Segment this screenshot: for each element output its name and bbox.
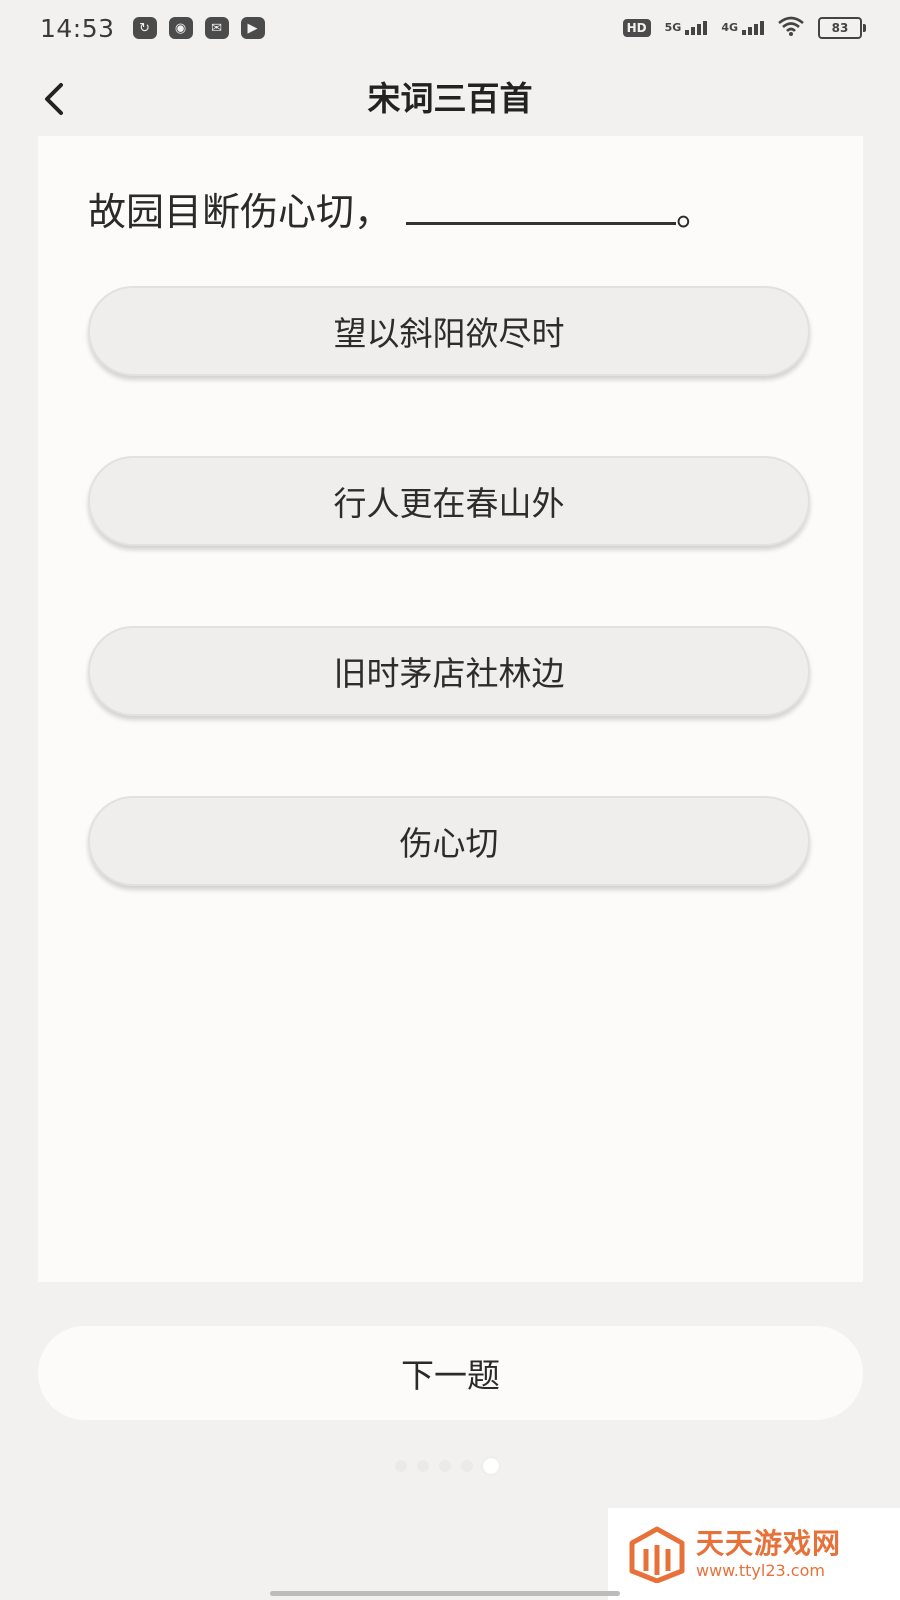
house-logo-icon bbox=[629, 1526, 685, 1583]
status-bar: 14:53 ↻ ◉ ✉ ▶ HD 5G 4G 83 bbox=[0, 0, 900, 56]
mail-icon: ✉ bbox=[204, 17, 229, 39]
signal-5g-label: 5G bbox=[664, 21, 682, 34]
page-dot bbox=[439, 1460, 451, 1472]
option-button[interactable]: 旧时茅店社林边 bbox=[88, 626, 810, 716]
option-button[interactable]: 行人更在春山外 bbox=[88, 456, 810, 546]
app-icon: ◉ bbox=[168, 17, 193, 39]
signal-4g-icon: 4G bbox=[721, 21, 764, 35]
watermark-url: www.ttyl23.com bbox=[696, 1561, 825, 1580]
page-dot bbox=[461, 1460, 473, 1472]
watermark-logo: 天天游戏网 www.ttyl23.com bbox=[608, 1508, 900, 1600]
watermark-text: 天天游戏网 www.ttyl23.com bbox=[696, 1527, 841, 1581]
quiz-card: 故园目断伤心切， 。 望以斜阳欲尽时 行人更在春山外 旧时茅店社林边 伤心切 bbox=[38, 136, 863, 1282]
option-button[interactable]: 望以斜阳欲尽时 bbox=[88, 286, 810, 376]
option-label: 望以斜阳欲尽时 bbox=[333, 314, 565, 353]
option-button[interactable]: 伤心切 bbox=[88, 796, 810, 886]
option-label: 伤心切 bbox=[399, 824, 499, 863]
option-label: 旧时茅店社林边 bbox=[333, 654, 565, 693]
status-right: HD 5G 4G 83 bbox=[622, 16, 866, 41]
page-title: 宋词三百首 bbox=[367, 79, 533, 118]
page-dot bbox=[417, 1460, 429, 1472]
page-dot bbox=[395, 1460, 407, 1472]
status-time: 14:53 bbox=[40, 13, 115, 43]
wifi-icon bbox=[778, 16, 804, 41]
page-indicator bbox=[395, 1458, 499, 1474]
battery-icon: 83 bbox=[818, 17, 866, 39]
status-left: 14:53 ↻ ◉ ✉ ▶ bbox=[40, 14, 265, 43]
question-line: 故园目断伤心切， 。 bbox=[88, 184, 788, 240]
app-header: 宋词三百首 bbox=[0, 64, 900, 134]
video-icon: ▶ bbox=[240, 17, 265, 39]
question-text: 故园目断伤心切， bbox=[88, 190, 393, 234]
signal-5g-icon: 5G bbox=[665, 21, 708, 35]
question-end-mark: 。 bbox=[676, 190, 715, 234]
sync-icon: ↻ bbox=[132, 17, 157, 39]
next-question-button[interactable]: 下一题 bbox=[38, 1326, 863, 1420]
home-indicator[interactable] bbox=[270, 1591, 620, 1596]
watermark-name: 天天游戏网 bbox=[696, 1527, 842, 1560]
answer-blank bbox=[406, 190, 677, 225]
hd-badge: HD bbox=[622, 19, 651, 37]
option-label: 行人更在春山外 bbox=[333, 484, 565, 523]
battery-level: 83 bbox=[831, 21, 849, 35]
next-question-label: 下一题 bbox=[401, 1356, 500, 1395]
page-dot bbox=[483, 1458, 499, 1474]
signal-4g-label: 4G bbox=[721, 21, 738, 34]
